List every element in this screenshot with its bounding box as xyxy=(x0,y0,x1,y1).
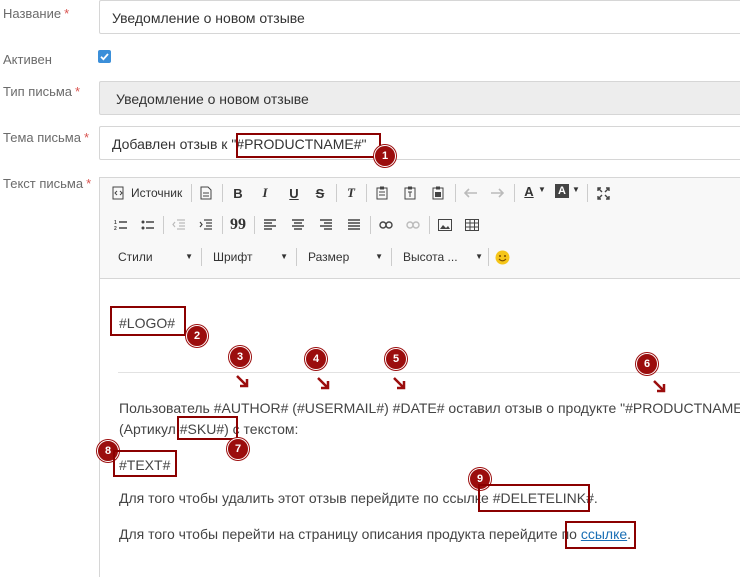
subject-prefix: Добавлен отзыв к " xyxy=(112,136,237,152)
toolbar-separator xyxy=(222,216,223,234)
highlight-box-8 xyxy=(113,450,177,477)
maximize-icon[interactable] xyxy=(594,184,612,202)
toolbar-separator xyxy=(488,248,489,266)
badge-2: 2 xyxy=(186,325,208,347)
chevron-down-icon: ▼ xyxy=(185,252,193,261)
highlight-box-9 xyxy=(478,484,590,512)
align-left-icon[interactable] xyxy=(261,216,279,234)
link-icon[interactable] xyxy=(377,216,395,234)
remove-format-icon[interactable]: T xyxy=(342,184,360,202)
bg-color-icon[interactable]: A xyxy=(555,184,569,198)
toolbar-separator xyxy=(191,184,192,202)
toolbar-separator xyxy=(587,184,588,202)
toolbar-separator xyxy=(455,184,456,202)
rich-text-editor[interactable]: Источник B I U S T A ▼ A ▼ 1 2 99 Стили … xyxy=(99,177,740,577)
toolbar-separator xyxy=(366,184,367,202)
badge-3: 3 xyxy=(229,346,251,368)
paste-icon[interactable] xyxy=(373,184,391,202)
font-dropdown[interactable]: Шрифт ▼ xyxy=(213,246,288,268)
type-label: Тип письма * xyxy=(3,84,81,99)
size-dropdown[interactable]: Размер ▼ xyxy=(308,246,383,268)
align-center-icon[interactable] xyxy=(289,216,307,234)
numbered-list-icon[interactable]: 12 xyxy=(112,216,130,234)
badge-5: 5 xyxy=(385,348,407,370)
redo-icon[interactable] xyxy=(488,184,506,202)
body-label: Текст письма * xyxy=(3,176,92,191)
badge-6: 6 xyxy=(636,353,658,375)
toolbar-separator xyxy=(391,248,392,266)
highlight-box-7 xyxy=(177,416,238,440)
source-button-label[interactable]: Источник xyxy=(131,186,182,200)
name-input[interactable]: Уведомление о новом отзыве xyxy=(99,0,740,34)
undo-icon[interactable] xyxy=(462,184,480,202)
italic-icon[interactable]: I xyxy=(256,184,274,202)
svg-text:2: 2 xyxy=(114,226,117,231)
product-link-line: Для того чтобы перейти на страницу описа… xyxy=(119,526,632,542)
type-field: Уведомление о новом отзыве xyxy=(99,81,740,115)
toolbar-separator xyxy=(163,216,164,234)
text-color-icon[interactable]: A xyxy=(520,182,538,200)
justify-icon[interactable] xyxy=(345,216,363,234)
arrow-icon xyxy=(393,377,406,390)
active-checkbox[interactable] xyxy=(98,50,111,63)
highlight-box-10 xyxy=(565,521,636,549)
arrow-icon xyxy=(317,377,330,390)
paste-text-icon[interactable] xyxy=(401,184,419,202)
toolbar-separator xyxy=(514,184,515,202)
badge-4: 4 xyxy=(305,348,327,370)
strike-icon[interactable]: S xyxy=(311,184,329,202)
toolbar-separator xyxy=(336,184,337,202)
source-icon[interactable] xyxy=(110,184,128,202)
blockquote-icon[interactable]: 99 xyxy=(229,216,247,234)
chevron-down-icon[interactable]: ▼ xyxy=(572,185,580,194)
bold-icon[interactable]: B xyxy=(229,184,247,202)
table-icon[interactable] xyxy=(463,216,481,234)
arrow-icon xyxy=(653,380,666,393)
intro-line: Пользователь #AUTHOR# (#USERMAIL#) #DATE… xyxy=(119,400,740,416)
subject-input[interactable]: Добавлен отзыв к "#PRODUCTNAME#" xyxy=(99,126,740,160)
toolbar-separator xyxy=(296,248,297,266)
subject-label: Тема письма * xyxy=(3,130,90,145)
chevron-down-icon: ▼ xyxy=(375,252,383,261)
toolbar-separator xyxy=(201,248,202,266)
chevron-down-icon: ▼ xyxy=(280,252,288,261)
name-label: Название * xyxy=(3,6,70,21)
line-height-dropdown[interactable]: Высота ... ▼ xyxy=(403,246,483,268)
image-icon[interactable] xyxy=(436,216,454,234)
checkmark-icon xyxy=(100,53,109,61)
highlight-box-1 xyxy=(236,133,381,158)
paste-word-icon[interactable] xyxy=(429,184,447,202)
toolbar-separator xyxy=(254,216,255,234)
badge-7: 7 xyxy=(227,438,249,460)
bulleted-list-icon[interactable] xyxy=(139,216,157,234)
toolbar-separator xyxy=(222,184,223,202)
editor-toolbar: Источник B I U S T A ▼ A ▼ 1 2 99 Стили … xyxy=(100,178,740,279)
unlink-icon[interactable] xyxy=(404,216,422,234)
active-label: Активен xyxy=(3,52,52,67)
chevron-down-icon[interactable]: ▼ xyxy=(538,185,546,194)
highlight-box-2 xyxy=(110,306,186,336)
chevron-down-icon: ▼ xyxy=(475,252,483,261)
outdent-icon[interactable] xyxy=(170,216,188,234)
styles-dropdown[interactable]: Стили ▼ xyxy=(118,246,193,268)
badge-1: 1 xyxy=(374,145,396,167)
indent-icon[interactable] xyxy=(197,216,215,234)
toolbar-separator xyxy=(370,216,371,234)
new-page-icon[interactable] xyxy=(197,184,215,202)
smiley-icon[interactable] xyxy=(493,248,511,266)
arrow-icon xyxy=(236,375,249,388)
align-right-icon[interactable] xyxy=(317,216,335,234)
toolbar-separator xyxy=(429,216,430,234)
underline-icon[interactable]: U xyxy=(285,184,303,202)
